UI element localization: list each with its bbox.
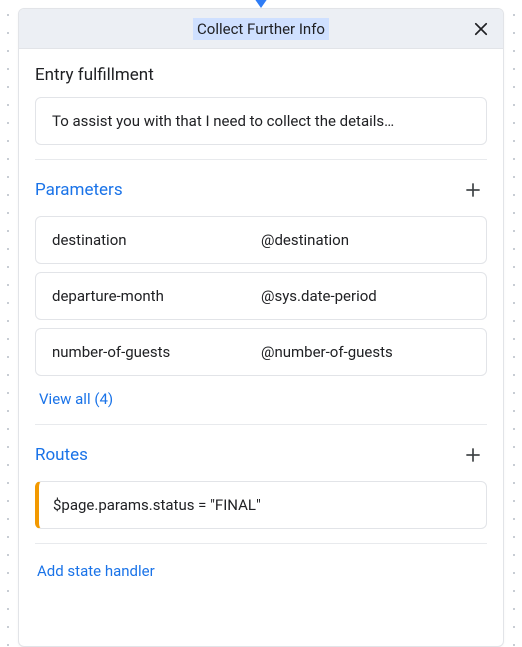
parameter-row[interactable]: departure-month @sys.date-period xyxy=(35,272,487,320)
canvas-dotted-edge-left xyxy=(4,0,12,647)
page-config-panel: Collect Further Info Entry fulfillment T… xyxy=(18,8,504,647)
routes-section: Routes $page.params.status = "FINAL" xyxy=(35,425,487,544)
routes-heading[interactable]: Routes xyxy=(35,445,88,465)
route-condition: $page.params.status = "FINAL" xyxy=(53,496,261,514)
parameter-name: destination xyxy=(52,231,261,249)
entry-fulfillment-section: Entry fulfillment To assist you with tha… xyxy=(35,49,487,160)
parameter-name: number-of-guests xyxy=(52,343,261,361)
parameters-section: Parameters destination @destination depa… xyxy=(35,160,487,425)
view-all-parameters-link[interactable]: View all (4) xyxy=(35,376,117,410)
add-route-button[interactable] xyxy=(459,441,487,469)
parameter-type: @destination xyxy=(261,231,470,249)
add-state-handler-link[interactable]: Add state handler xyxy=(35,544,487,600)
close-button[interactable] xyxy=(467,15,495,43)
add-parameter-button[interactable] xyxy=(459,176,487,204)
entry-fulfillment-heading: Entry fulfillment xyxy=(35,65,487,85)
parameters-header-row: Parameters xyxy=(35,176,487,204)
parameters-heading[interactable]: Parameters xyxy=(35,180,123,200)
plus-icon xyxy=(463,180,483,200)
panel-header: Collect Further Info xyxy=(19,9,503,49)
panel-title[interactable]: Collect Further Info xyxy=(193,18,329,40)
parameter-name: departure-month xyxy=(52,287,261,305)
parameter-type: @sys.date-period xyxy=(261,287,470,305)
parameter-row[interactable]: destination @destination xyxy=(35,216,487,264)
route-row[interactable]: $page.params.status = "FINAL" xyxy=(35,481,487,529)
entry-fulfillment-message[interactable]: To assist you with that I need to collec… xyxy=(35,97,487,145)
canvas-dotted-edge-right xyxy=(510,0,518,647)
panel-body: Entry fulfillment To assist you with tha… xyxy=(19,49,503,646)
plus-icon xyxy=(463,445,483,465)
parameter-type: @number-of-guests xyxy=(261,343,470,361)
incoming-transition-arrow-icon xyxy=(254,0,268,8)
close-icon xyxy=(472,20,490,38)
parameter-row[interactable]: number-of-guests @number-of-guests xyxy=(35,328,487,376)
routes-header-row: Routes xyxy=(35,441,487,469)
